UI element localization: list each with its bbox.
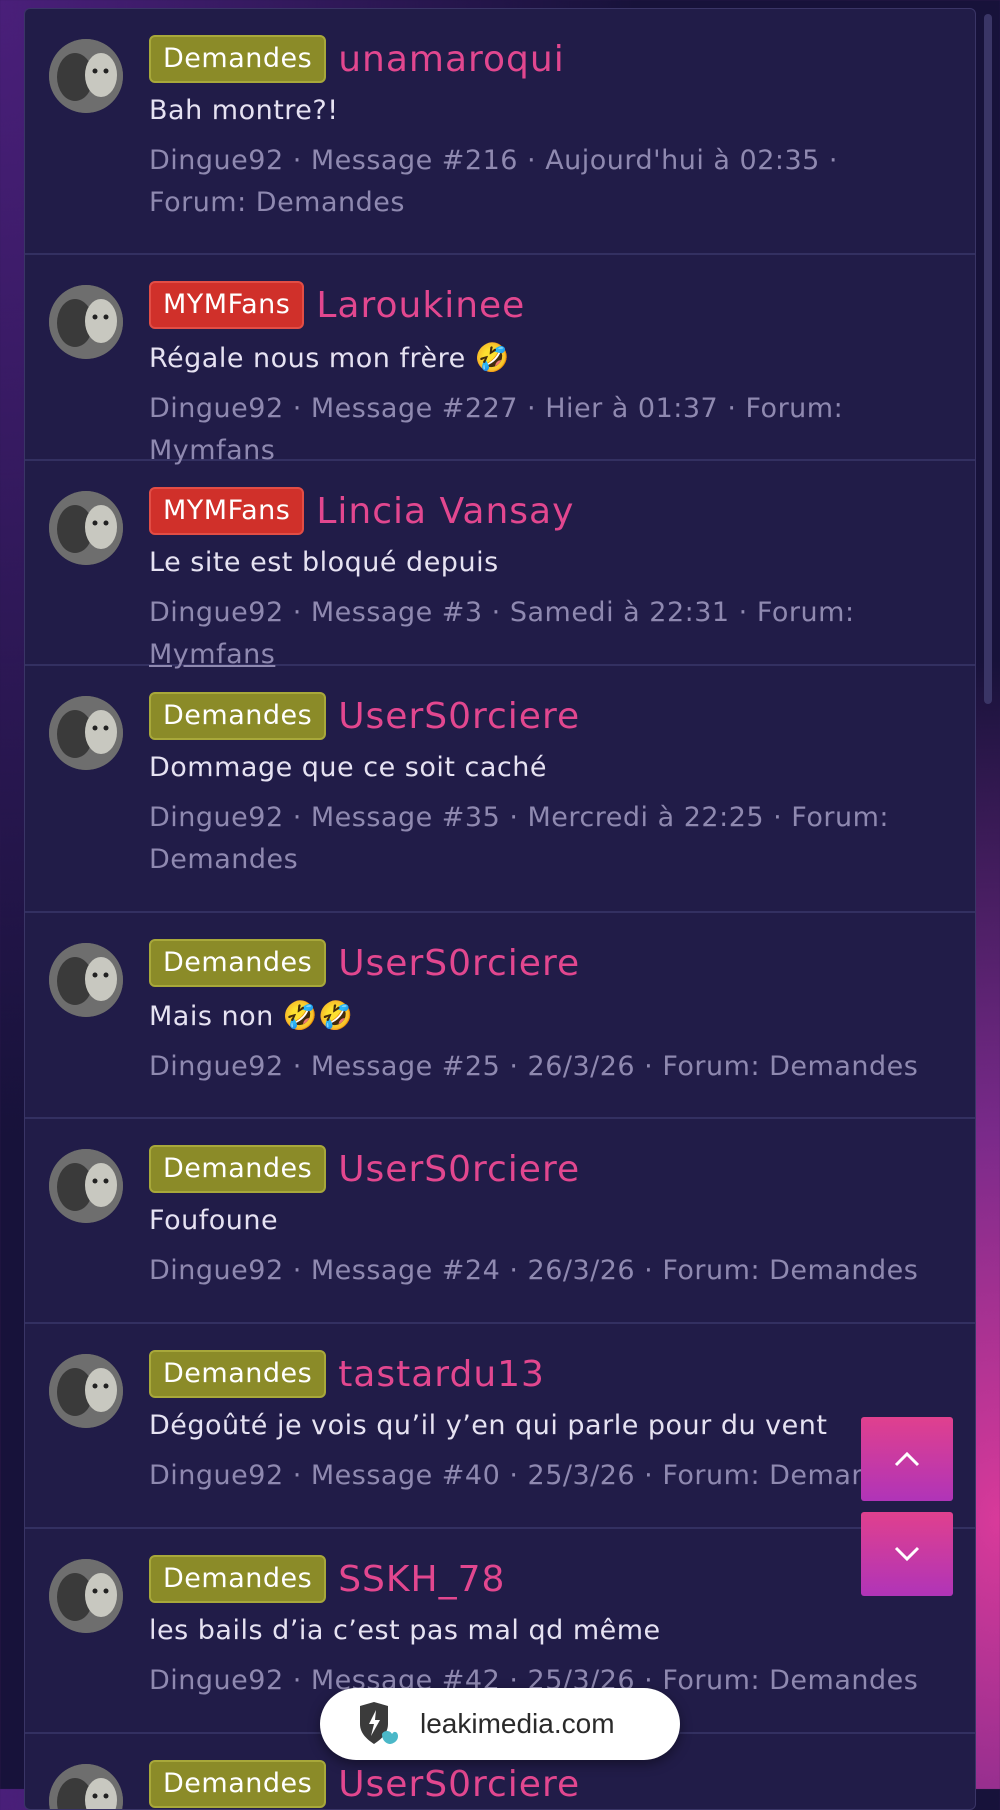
avatar[interactable] [49,1354,123,1428]
result-title: MYMFans Lincia Vansay [149,487,935,535]
page-scrollbar[interactable] [984,14,992,704]
avatar[interactable] [49,39,123,113]
thread-title-link[interactable]: unamaroqui [338,39,565,80]
message-snippet: Dégoûté je vois qu’il y’en qui parle pou… [149,1410,935,1441]
snippet-text: Régale nous mon frère [149,343,466,374]
rofl-emoji-icon: 🤣🤣 [282,999,354,1032]
thread-title-link[interactable]: UserS0rciere [338,1149,580,1190]
toast-domain-text: leakimedia.com [420,1708,615,1739]
message-snippet: Le site est bloqué depuis [149,547,935,578]
snippet-text: les bails d’ia c’est pas mal qd même [149,1615,661,1646]
snippet-text: Dommage que ce soit caché [149,752,547,783]
domain-toast[interactable]: leakimedia.com [320,1688,680,1760]
avatar[interactable] [49,1149,123,1223]
prefix-badge[interactable]: Demandes [149,692,327,740]
snippet-text: Foufoune [149,1205,279,1236]
message-snippet: Bah montre?! [149,95,935,126]
message-snippet: Dommage que ce soit caché [149,752,935,783]
result-title: Demandes UserS0rciere [149,1145,935,1193]
thread-title-link[interactable]: UserS0rciere [338,696,580,737]
list-item[interactable]: Demandes unamaroqui Bah montre?! Dingue9… [25,9,975,255]
list-item[interactable]: MYMFans Laroukinee Régale nous mon frère… [25,255,975,466]
snippet-text: Bah montre?! [149,95,339,126]
prefix-badge[interactable]: MYMFans [149,487,305,535]
prefix-badge[interactable]: Demandes [149,939,327,987]
message-snippet: les bails d’ia c’est pas mal qd même [149,1615,935,1646]
result-title: Demandes UserS0rciere [149,939,935,987]
thread-title-link[interactable]: UserS0rciere [338,1764,580,1805]
list-item[interactable]: Demandes UserS0rciere Dommage que ce soi… [25,666,975,913]
chevron-up-icon [894,1451,920,1467]
list-item[interactable]: Demandes tastardu13 Dégoûté je vois qu’i… [25,1324,975,1529]
thread-title-link[interactable]: SSKH_78 [338,1559,505,1600]
result-meta: Dingue92 · Message #35 · Mercredi à 22:2… [149,802,889,875]
result-title: Demandes unamaroqui [149,35,935,83]
result-title: Demandes UserS0rciere [149,692,935,740]
snippet-text: Le site est bloqué depuis [149,547,499,578]
result-meta: Dingue92 · Message #227 · Hier à 01:37 ·… [149,393,844,466]
list-item[interactable]: Demandes UserS0rciere Foufoune Dingue92 … [25,1119,975,1324]
prefix-badge[interactable]: Demandes [149,35,327,83]
search-results-panel: Demandes unamaroqui Bah montre?! Dingue9… [24,8,976,1810]
result-meta: Dingue92 · Message #40 · 25/3/26 · Forum… [149,1460,919,1491]
prefix-badge[interactable]: Demandes [149,1555,327,1603]
avatar[interactable] [49,696,123,770]
avatar[interactable] [49,943,123,1017]
avatar[interactable] [49,1559,123,1633]
message-snippet: Régale nous mon frère 🤣 [149,341,935,374]
scroll-top-button[interactable] [861,1417,953,1501]
shield-icon [360,1702,398,1744]
avatar[interactable] [49,285,123,359]
snippet-text: Dégoûté je vois qu’il y’en qui parle pou… [149,1410,828,1441]
rofl-emoji-icon: 🤣 [474,341,511,374]
result-title: Demandes SSKH_78 [149,1555,935,1603]
result-title: Demandes UserS0rciere [149,1760,935,1808]
result-meta: Dingue92 · Message #216 · Aujourd'hui à … [149,145,839,218]
result-meta: Dingue92 · Message #24 · 26/3/26 · Forum… [149,1255,919,1286]
result-title: MYMFans Laroukinee [149,281,935,329]
prefix-badge[interactable]: Demandes [149,1145,327,1193]
avatar[interactable] [49,491,123,565]
chevron-down-icon [894,1546,920,1562]
prefix-badge[interactable]: Demandes [149,1350,327,1398]
meta-text: Dingue92 · Message #3 · Samedi à 22:31 ·… [149,597,855,628]
thread-title-link[interactable]: Laroukinee [316,285,525,326]
result-title: Demandes tastardu13 [149,1350,935,1398]
prefix-badge[interactable]: Demandes [149,1760,327,1808]
message-snippet: Mais non 🤣🤣 [149,999,935,1032]
snippet-text: Mais non [149,1001,274,1032]
avatar[interactable] [49,1764,123,1809]
message-snippet: Foufoune [149,1205,935,1236]
list-item[interactable]: MYMFans Lincia Vansay Le site est bloqué… [25,461,975,670]
thread-title-link[interactable]: tastardu13 [338,1354,545,1395]
result-meta: Dingue92 · Message #3 · Samedi à 22:31 ·… [149,592,935,676]
result-meta: Dingue92 · Message #25 · 26/3/26 · Forum… [149,1051,919,1082]
scroll-bottom-button[interactable] [861,1512,953,1596]
thread-title-link[interactable]: UserS0rciere [338,943,580,984]
list-item[interactable]: Demandes UserS0rciere Mais non 🤣🤣 Dingue… [25,913,975,1119]
thread-title-link[interactable]: Lincia Vansay [316,491,574,532]
prefix-badge[interactable]: MYMFans [149,281,305,329]
